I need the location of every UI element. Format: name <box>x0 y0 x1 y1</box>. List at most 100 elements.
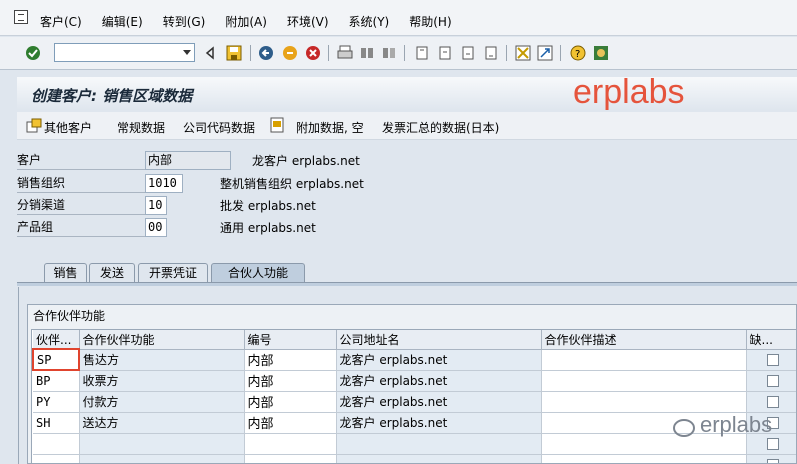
next-page-icon[interactable] <box>460 45 476 61</box>
address-name-cell <box>336 454 542 463</box>
partner-description-cell[interactable] <box>541 391 747 413</box>
address-name-cell: 龙客户 erplabs.net <box>336 391 542 413</box>
address-name-cell: 龙客户 erplabs.net <box>336 349 542 371</box>
address-name-cell <box>336 433 542 455</box>
address-name-cell: 龙客户 erplabs.net <box>336 412 542 434</box>
partner-function-cell <box>79 433 245 455</box>
menu-customer[interactable]: 客户(C) <box>40 15 82 29</box>
find-next-icon[interactable] <box>381 45 397 61</box>
table-row: BP 收票方 内部 龙客户 erplabs.net <box>33 370 796 392</box>
partner-description-cell[interactable] <box>541 370 747 392</box>
partner-key-cell[interactable] <box>33 454 80 463</box>
window-menu-icon[interactable] <box>14 10 28 24</box>
collapse-left-icon[interactable] <box>202 45 218 61</box>
sales-org-label: 销售组织 <box>17 174 145 193</box>
exit-icon[interactable] <box>282 45 298 61</box>
partner-number-cell[interactable]: 内部 <box>244 391 337 413</box>
cancel-icon[interactable] <box>305 45 321 61</box>
distribution-channel-description: 批发 erplabs.net <box>220 199 316 213</box>
first-page-icon[interactable] <box>414 45 430 61</box>
invoice-summary-button[interactable]: 发票汇总的数据(日本) <box>382 119 499 136</box>
partner-function-cell <box>79 454 245 463</box>
column-header-function[interactable]: 合作伙伴功能 <box>79 330 245 350</box>
additional-data-button[interactable]: 附加数据, 空 <box>296 119 364 136</box>
tab-billing-documents[interactable]: 开票凭证 <box>138 263 208 283</box>
table-row: SP 售达方 内部 龙客户 erplabs.net <box>32 348 796 371</box>
chevron-down-icon[interactable] <box>183 50 191 55</box>
column-header-address[interactable]: 公司地址名 <box>336 330 542 350</box>
command-field[interactable] <box>54 43 195 62</box>
partner-key-cell[interactable]: BP <box>33 370 80 392</box>
default-checkbox[interactable] <box>766 375 779 387</box>
default-cell <box>746 454 796 463</box>
default-checkbox[interactable] <box>766 354 779 366</box>
default-cell <box>746 391 796 413</box>
partner-key-cell[interactable]: PY <box>33 391 80 413</box>
last-page-icon[interactable] <box>483 45 499 61</box>
partner-key-cell[interactable] <box>33 433 80 455</box>
column-header-number[interactable]: 编号 <box>244 330 337 350</box>
general-data-button[interactable]: 常规数据 <box>117 119 165 136</box>
division-field[interactable]: 00 <box>145 218 167 237</box>
tab-divider <box>17 282 797 286</box>
partner-description-cell[interactable] <box>541 454 747 463</box>
partner-number-cell[interactable]: 内部 <box>244 370 337 392</box>
customize-layout-icon[interactable] <box>593 45 609 61</box>
menu-bar: 客户(C) 编辑(E) 转到(G) 附加(A) 环境(V) 系统(Y) 帮助(H… <box>0 0 797 36</box>
column-header-default[interactable]: 缺... <box>746 330 796 350</box>
partner-function-cell: 收票方 <box>79 370 245 392</box>
find-icon[interactable] <box>359 45 375 61</box>
print-icon[interactable] <box>337 45 353 61</box>
partner-key-cell[interactable]: SP <box>32 348 80 371</box>
column-header-partner[interactable]: 伙伴... <box>33 330 80 350</box>
page-title: 创建客户: 销售区域数据 <box>31 87 193 105</box>
partner-key-cell[interactable]: SH <box>33 412 80 434</box>
default-checkbox[interactable] <box>766 459 779 463</box>
previous-page-icon[interactable] <box>437 45 453 61</box>
other-customer-icon[interactable] <box>26 118 42 134</box>
default-cell <box>746 370 796 392</box>
default-checkbox[interactable] <box>766 438 779 450</box>
additional-data-icon[interactable] <box>269 117 285 133</box>
partner-description-cell[interactable] <box>541 349 747 371</box>
address-name-cell: 龙客户 erplabs.net <box>336 370 542 392</box>
menu-environment[interactable]: 环境(V) <box>287 15 329 29</box>
partner-number-cell[interactable] <box>244 454 337 463</box>
other-customer-button[interactable]: 其他客户 <box>44 119 92 136</box>
back-icon[interactable] <box>258 45 274 61</box>
partner-number-cell[interactable] <box>244 433 337 455</box>
menu-edit[interactable]: 编辑(E) <box>102 15 143 29</box>
sales-org-description: 整机销售组织 erplabs.net <box>220 177 364 191</box>
distribution-channel-field[interactable]: 10 <box>145 196 167 215</box>
tab-sales[interactable]: 销售 <box>44 263 87 283</box>
partner-number-cell[interactable]: 内部 <box>244 349 337 371</box>
partner-function-cell: 付款方 <box>79 391 245 413</box>
shortcut-icon[interactable] <box>537 45 553 61</box>
menu-extras[interactable]: 附加(A) <box>225 15 267 29</box>
partner-function-cell: 送达方 <box>79 412 245 434</box>
help-icon[interactable]: ? <box>570 45 586 61</box>
default-cell <box>746 349 796 371</box>
sales-org-field[interactable]: 1010 <box>145 174 183 193</box>
tab-shipping[interactable]: 发送 <box>89 263 135 283</box>
enter-check-icon[interactable] <box>25 45 41 61</box>
erplabs-watermark: erplabs <box>573 73 685 111</box>
company-code-data-button[interactable]: 公司代码数据 <box>183 119 255 136</box>
customer-field[interactable]: 内部 <box>145 151 231 170</box>
partner-table: 伙伴... 合作伙伴功能 编号 公司地址名 合作伙伴描述 缺... SP 售达方… <box>31 329 797 464</box>
column-header-description[interactable]: 合作伙伴描述 <box>541 330 747 350</box>
application-toolbar: 其他客户 常规数据 公司代码数据 附加数据, 空 发票汇总的数据(日本) <box>17 112 797 140</box>
default-checkbox[interactable] <box>766 396 779 408</box>
menu-goto[interactable]: 转到(G) <box>163 15 206 29</box>
menu-help[interactable]: 帮助(H) <box>409 15 451 29</box>
create-session-icon[interactable] <box>515 45 531 61</box>
customer-description: 龙客户 erplabs.net <box>252 154 360 168</box>
menu-system[interactable]: 系统(Y) <box>349 15 390 29</box>
partner-number-cell[interactable]: 内部 <box>244 412 337 434</box>
tab-partner-functions[interactable]: 合伙人功能 <box>211 263 305 283</box>
group-title: 合作伙伴功能 <box>33 309 106 323</box>
distribution-channel-label: 分销渠道 <box>17 196 145 215</box>
table-row <box>33 454 796 463</box>
division-description: 通用 erplabs.net <box>220 221 316 235</box>
save-icon[interactable] <box>226 45 242 61</box>
